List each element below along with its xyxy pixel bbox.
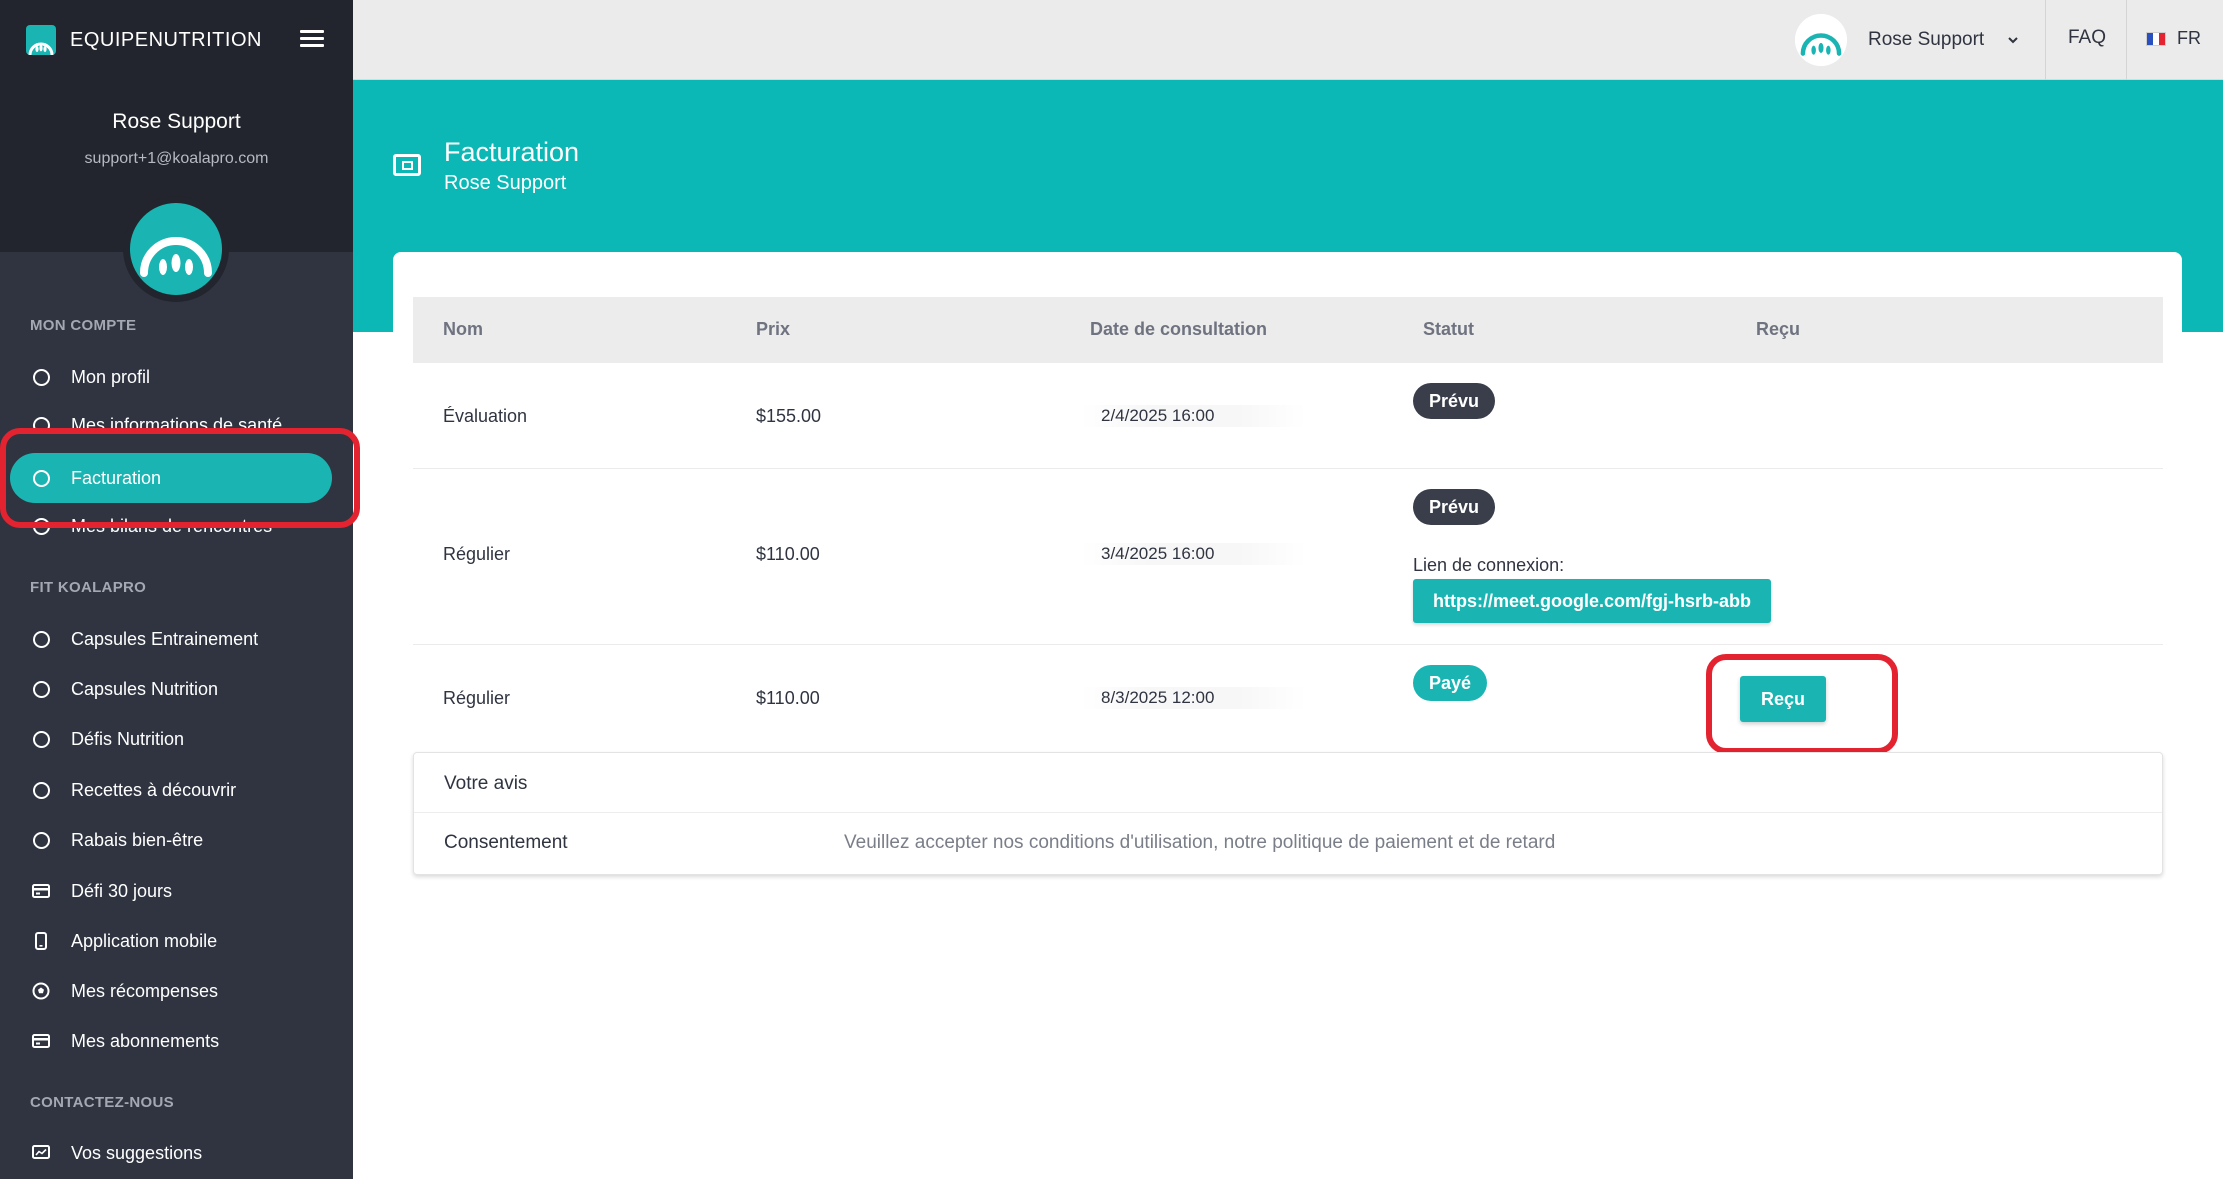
brand[interactable]: EQUIPENUTRITION — [26, 22, 262, 58]
topbar-divider — [2126, 0, 2127, 80]
row-name: Évaluation — [443, 406, 528, 426]
sidebar-item-label: Mes récompenses — [71, 980, 219, 1001]
billing-icon — [393, 154, 421, 176]
circle-icon — [30, 779, 52, 801]
connection-link-label: Lien de connexion: — [1413, 555, 1565, 575]
circle-icon — [30, 728, 52, 750]
soccer-ball-icon — [30, 980, 52, 1002]
column-header-prix: Prix — [756, 319, 791, 339]
sidebar: EQUIPENUTRITION Rose Support support+1@k… — [0, 0, 353, 1179]
france-flag-icon — [2146, 31, 2166, 46]
faq-link[interactable]: FAQ — [2068, 27, 2106, 49]
language-selector[interactable]: FR — [2146, 28, 2201, 49]
chevron-down-icon — [2008, 37, 2018, 44]
circle-icon — [30, 467, 52, 489]
sidebar-item-capsules-entrainement[interactable]: Capsules Entrainement — [30, 619, 330, 659]
card-icon — [30, 880, 52, 902]
sidebar-item-mon-profil[interactable]: Mon profil — [30, 357, 330, 397]
feedback-icon — [30, 1142, 52, 1164]
circle-icon — [30, 414, 52, 436]
row-date: 2/4/2025 16:00 — [1081, 405, 1306, 427]
billing-card: Nom Prix Date de consultation Statut Reç… — [393, 252, 2182, 1179]
status-badge: Prévu — [1413, 383, 1496, 419]
row-name: Régulier — [443, 688, 511, 708]
topbar-username: Rose Support — [1868, 29, 1985, 50]
consent-text[interactable]: Veuillez accepter nos conditions d'utili… — [844, 832, 1555, 854]
sidebar-item-label: Mes informations de santé — [71, 414, 283, 435]
sidebar-avatar[interactable] — [123, 196, 229, 302]
sidebar-user-email: support+1@koalapro.com — [84, 150, 269, 167]
circle-icon — [30, 628, 52, 650]
consent-label: Consentement — [444, 832, 568, 853]
sidebar-item-facturation[interactable]: Facturation — [10, 453, 332, 503]
table-header: Nom Prix Date de consultation Statut Reç… — [413, 297, 2163, 363]
sidebar-item-defi-30-jours[interactable]: Défi 30 jours — [30, 871, 330, 911]
status-badge: Payé — [1413, 665, 1488, 701]
page-title: Facturation — [444, 137, 580, 167]
row-name: Régulier — [443, 544, 511, 564]
sidebar-item-defis-nutrition[interactable]: Défis Nutrition — [30, 719, 330, 759]
circle-icon — [30, 829, 52, 851]
menu-toggle-icon[interactable] — [300, 30, 324, 50]
votre-avis-label: Votre avis — [444, 773, 528, 794]
column-header-date: Date de consultation — [1090, 319, 1268, 339]
column-header-nom: Nom — [443, 319, 483, 339]
page-subtitle: Rose Support — [444, 172, 567, 194]
sidebar-item-label: Rabais bien-être — [71, 829, 204, 850]
sidebar-item-label: Capsules Nutrition — [71, 678, 219, 699]
sidebar-item-label: Défis Nutrition — [71, 728, 185, 749]
sidebar-item-label: Mes bilans de rencontres — [71, 515, 273, 536]
top-bar: Rose Support FAQ FR — [353, 0, 2223, 80]
language-label: FR — [2177, 28, 2201, 48]
sidebar-item-label: Application mobile — [71, 930, 218, 951]
table-row: Évaluation $155.00 2/4/2025 16:00 Prévu — [413, 363, 2163, 469]
user-menu[interactable]: Rose Support — [1795, 14, 2020, 66]
row-date: 8/3/2025 12:00 — [1081, 687, 1306, 709]
row-price: $110.00 — [756, 688, 820, 708]
votre-avis-row[interactable]: Votre avis — [414, 753, 2162, 813]
sidebar-item-mes-recompenses[interactable]: Mes récompenses — [30, 971, 330, 1011]
row-price: $155.00 — [756, 406, 822, 426]
column-header-recu: Reçu — [1756, 319, 1801, 339]
sidebar-item-vos-suggestions[interactable]: Vos suggestions — [30, 1133, 330, 1173]
row-date: 3/4/2025 16:00 — [1081, 543, 1306, 565]
brand-logo-icon — [26, 25, 56, 55]
circle-icon — [30, 366, 52, 388]
sidebar-section-contactez-nous: CONTACTEZ-NOUS — [30, 1094, 174, 1111]
sidebar-item-label: Mes abonnements — [71, 1030, 220, 1051]
table-row: Régulier $110.00 8/3/2025 12:00 Payé Reç… — [413, 645, 2163, 752]
column-header-statut: Statut — [1423, 319, 1474, 339]
circle-icon — [30, 515, 52, 537]
sidebar-section-mon-compte: MON COMPTE — [30, 317, 137, 334]
koala-logo-icon — [130, 203, 222, 295]
brand-name: EQUIPENUTRITION — [70, 28, 262, 51]
status-badge: Prévu — [1413, 489, 1496, 525]
sidebar-item-application-mobile[interactable]: Application mobile — [30, 921, 330, 961]
sidebar-item-label: Défi 30 jours — [71, 880, 173, 901]
sidebar-section-fit-koalapro: FIT KOALAPRO — [30, 579, 147, 596]
sidebar-item-label: Mon profil — [71, 366, 151, 387]
sidebar-item-label: Capsules Entrainement — [71, 628, 259, 649]
card-icon — [30, 1030, 52, 1052]
row-price: $110.00 — [756, 544, 820, 564]
sidebar-item-mes-abonnements[interactable]: Mes abonnements — [30, 1021, 330, 1061]
mobile-icon — [30, 930, 52, 952]
receipt-button[interactable]: Reçu — [1740, 676, 1826, 722]
feedback-panel: Votre avis Consentement Veuillez accepte… — [413, 752, 2163, 875]
sidebar-user-name: Rose Support — [112, 110, 241, 133]
sidebar-item-mes-bilans-de-rencontres[interactable]: Mes bilans de rencontres — [30, 506, 330, 546]
sidebar-item-label: Vos suggestions — [71, 1142, 203, 1163]
koala-logo-icon — [1795, 14, 1847, 66]
meet-link-button[interactable]: https://meet.google.com/fgj-hsrb-abb — [1413, 579, 1771, 623]
topbar-divider — [2045, 0, 2046, 80]
user-avatar — [1795, 14, 1847, 66]
sidebar-item-capsules-nutrition[interactable]: Capsules Nutrition — [30, 669, 330, 709]
circle-icon — [30, 678, 52, 700]
table-row: Régulier $110.00 3/4/2025 16:00 Prévu Li… — [413, 469, 2163, 645]
sidebar-item-label: Recettes à découvrir — [71, 779, 237, 800]
sidebar-item-rabais-bien-etre[interactable]: Rabais bien-être — [30, 820, 330, 860]
sidebar-item-label: Facturation — [71, 467, 162, 488]
sidebar-item-mes-informations-de-sante[interactable]: Mes informations de santé — [30, 405, 330, 445]
sidebar-item-recettes[interactable]: Recettes à découvrir — [30, 770, 330, 810]
